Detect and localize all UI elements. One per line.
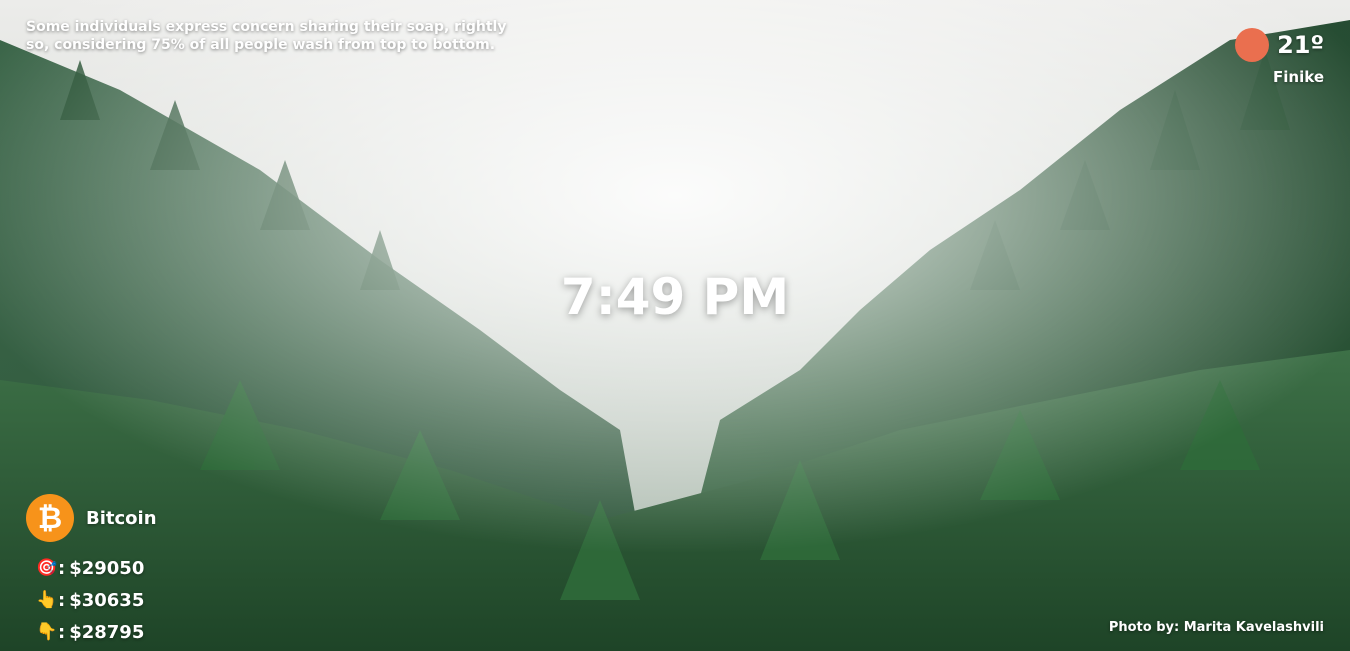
price-separator: : xyxy=(58,589,66,611)
temperature: 21º xyxy=(1277,31,1324,59)
location-name: Finike xyxy=(1273,68,1324,86)
dashboard: Some individuals express concern sharing… xyxy=(0,0,1350,651)
weather-widget: 21º Finike xyxy=(1235,28,1324,86)
fact-text: Some individuals express concern sharing… xyxy=(26,19,507,53)
pointing-up-icon: 👆 xyxy=(36,590,58,610)
price-separator: : xyxy=(58,557,66,579)
price-high: $30635 xyxy=(69,589,145,611)
photo-credit[interactable]: Photo by: Marita Kavelashvili xyxy=(1109,620,1324,635)
target-icon: 🎯 xyxy=(36,558,58,578)
price-low-row: 👇 : $28795 xyxy=(36,616,157,648)
crypto-name: Bitcoin xyxy=(86,507,157,529)
bitcoin-icon: ₿ xyxy=(26,494,74,542)
price-low: $28795 xyxy=(69,621,145,643)
price-separator: : xyxy=(58,621,66,643)
price-current: $29050 xyxy=(69,557,145,579)
crypto-widget: ₿ Bitcoin 🎯 : $29050 👆 : $30635 👇 : $287… xyxy=(26,494,157,648)
clock-time: 7:49 PM xyxy=(560,268,790,326)
sun-icon xyxy=(1235,28,1270,62)
price-current-row: 🎯 : $29050 xyxy=(36,552,157,584)
price-high-row: 👆 : $30635 xyxy=(36,584,157,616)
pointing-down-icon: 👇 xyxy=(36,622,58,642)
